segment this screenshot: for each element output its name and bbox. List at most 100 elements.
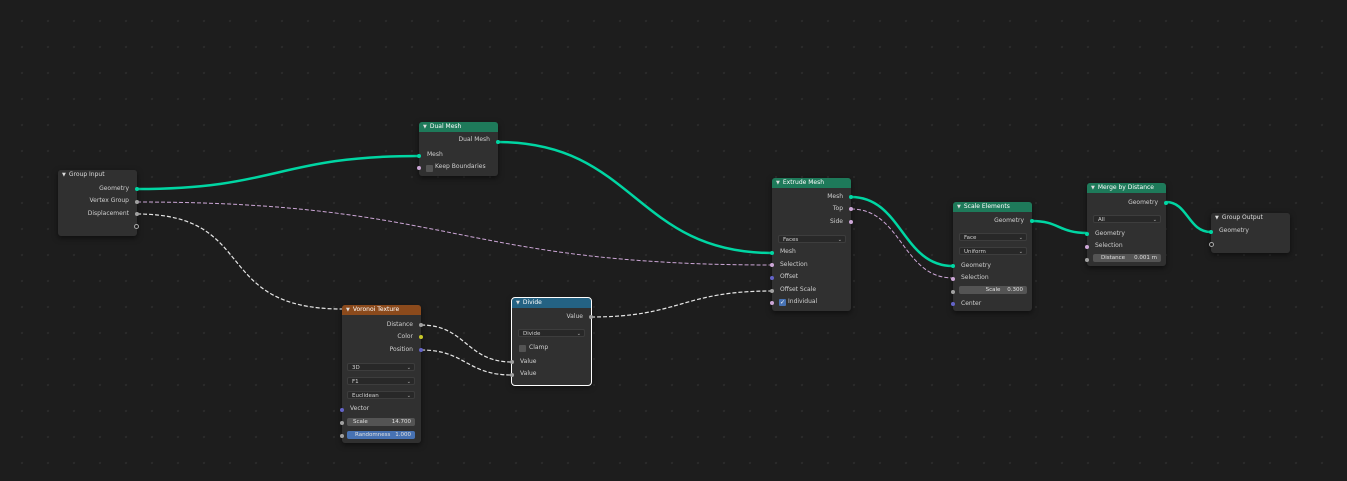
chevron-down-icon[interactable]: ▼ — [776, 178, 780, 188]
scale-elements-node[interactable]: ▼ Scale Elements Geometry Face ⌄ Uniform ⌄ … — [951, 202, 1034, 311]
chevron-down-icon[interactable]: ▼ — [423, 122, 427, 132]
geometry-input-socket[interactable] — [951, 264, 955, 268]
scale-mode-dropdown[interactable]: Uniform ⌄ — [959, 247, 1027, 255]
distance-input-socket[interactable] — [1085, 258, 1089, 262]
socket-label-geometry-in: Geometry — [1095, 230, 1125, 237]
operation-dropdown[interactable]: Divide ⌄ — [518, 329, 585, 337]
keep-boundaries-checkbox[interactable] — [426, 165, 433, 172]
vector-input-socket[interactable] — [340, 408, 344, 412]
extrude-mode-dropdown[interactable]: Faces ⌄ — [778, 235, 846, 243]
mesh-input-socket[interactable] — [770, 251, 774, 255]
socket-label-side: Side — [830, 218, 843, 225]
socket-label-dual-mesh: Dual Mesh — [458, 136, 490, 143]
divide-node[interactable]: ▼ Divide Value Divide ⌄ Clamp Value Value — [510, 297, 593, 386]
socket-label-selection: Selection — [780, 261, 808, 268]
scale-field[interactable]: Scale 14.700 — [347, 418, 415, 426]
randomness-field[interactable]: Randomness 1.000 — [347, 431, 415, 439]
geometry-output-socket[interactable] — [1164, 201, 1168, 205]
group-output-node[interactable]: ▼ Group Output Geometry — [1209, 213, 1290, 253]
node-title: Extrude Mesh — [782, 179, 825, 186]
socket-label-mesh-out: Mesh — [827, 193, 843, 200]
merge-mode-dropdown[interactable]: All ⌄ — [1093, 215, 1161, 223]
feature-dropdown[interactable]: F1 ⌄ — [347, 377, 415, 385]
offset-input-socket[interactable] — [770, 276, 774, 280]
socket-label-color: Color — [397, 333, 413, 340]
link-geometry-to-dualmesh — [136, 154, 420, 191]
socket-label-offset: Offset — [780, 273, 799, 280]
individual-input-socket[interactable] — [770, 301, 774, 305]
vertex-group-output-socket[interactable] — [135, 200, 139, 204]
selection-input-socket[interactable] — [951, 277, 955, 281]
geometry-input-socket[interactable] — [1085, 232, 1089, 236]
mesh-input-socket[interactable] — [417, 154, 421, 158]
center-input-socket[interactable] — [951, 302, 955, 306]
distance-output-socket[interactable] — [419, 323, 423, 327]
mesh-output-socket[interactable] — [849, 195, 853, 199]
scale-input-socket[interactable] — [340, 421, 344, 425]
node-title: Group Input — [68, 171, 105, 178]
selection-input-socket[interactable] — [1085, 245, 1089, 249]
socket-label-geometry: Geometry — [1219, 227, 1249, 234]
socket-label-mesh-in: Mesh — [780, 248, 796, 255]
chevron-down-icon[interactable]: ▼ — [1091, 183, 1095, 193]
geometry-output-socket[interactable] — [1030, 219, 1034, 223]
selection-input-socket[interactable] — [770, 263, 774, 267]
empty-output-socket[interactable] — [134, 224, 139, 229]
node-title: Divide — [522, 299, 542, 306]
scale-field[interactable]: Scale 0.300 — [959, 286, 1027, 294]
socket-label-distance: Distance — [386, 321, 413, 328]
merge-by-distance-node[interactable]: ▼ Merge by Distance Geometry All ⌄ Geometr… — [1085, 183, 1168, 266]
empty-input-socket[interactable] — [1209, 242, 1214, 247]
socket-label-value-in-1: Value — [520, 358, 537, 365]
chevron-down-icon[interactable]: ▼ — [346, 305, 350, 315]
chevron-down-icon: ⌄ — [576, 331, 581, 337]
node-title: Voronoi Texture — [352, 306, 400, 313]
value-input-socket-2[interactable] — [510, 373, 514, 377]
node-title: Merge by Distance — [1097, 184, 1154, 191]
voronoi-texture-node[interactable]: ▼ Voronoi Texture Distance Color Position… — [340, 305, 423, 443]
distance-metric-dropdown[interactable]: Euclidean ⌄ — [347, 391, 415, 399]
color-output-socket[interactable] — [419, 335, 423, 339]
chevron-down-icon: ⌄ — [406, 393, 411, 399]
node-title: Group Output — [1221, 214, 1263, 221]
side-output-socket[interactable] — [849, 220, 853, 224]
geometry-input-socket[interactable] — [1209, 230, 1213, 234]
chevron-down-icon[interactable]: ▼ — [1215, 213, 1219, 223]
position-output-socket[interactable] — [419, 348, 423, 352]
node-title: Dual Mesh — [429, 123, 462, 130]
value-input-socket-1[interactable] — [510, 360, 514, 364]
value-output-socket[interactable] — [589, 315, 593, 319]
dual-mesh-output-socket[interactable] — [496, 140, 500, 144]
socket-label-position: Position — [389, 346, 413, 353]
scale-input-socket[interactable] — [951, 290, 955, 294]
distance-field[interactable]: Distance 0.001 m — [1093, 254, 1161, 262]
socket-label-top: Top — [832, 205, 843, 212]
chevron-down-icon[interactable]: ▼ — [516, 298, 520, 308]
group-input-node[interactable]: ▼ Group Input Geometry Vertex Group Displ… — [58, 170, 139, 236]
displacement-output-socket[interactable] — [135, 212, 139, 216]
link-extrude-mesh-to-scale — [850, 195, 954, 268]
chevron-down-icon: ⌄ — [1018, 249, 1023, 255]
socket-label-value-out: Value — [566, 313, 583, 320]
dimensions-dropdown[interactable]: 3D ⌄ — [347, 363, 415, 371]
offset-scale-input-socket[interactable] — [770, 289, 774, 293]
socket-label-geometry-in: Geometry — [961, 262, 991, 269]
dual-mesh-node[interactable]: ▼ Dual Mesh Dual Mesh Mesh Keep Boundarie… — [417, 122, 500, 176]
domain-dropdown[interactable]: Face ⌄ — [959, 233, 1027, 241]
keep-boundaries-socket[interactable] — [417, 166, 421, 170]
randomness-input-socket[interactable] — [340, 434, 344, 438]
individual-checkbox[interactable]: ✓ — [779, 299, 786, 306]
keep-boundaries-label: Keep Boundaries — [435, 163, 486, 170]
clamp-label: Clamp — [529, 344, 549, 351]
chevron-down-icon[interactable]: ▼ — [957, 202, 961, 212]
socket-label-offset-scale: Offset Scale — [780, 286, 817, 293]
extrude-mesh-node[interactable]: ▼ Extrude Mesh Mesh Top Side Faces ⌄ Mesh … — [770, 178, 853, 311]
chevron-down-icon: ⌄ — [837, 237, 842, 243]
chevron-down-icon[interactable]: ▼ — [62, 170, 66, 180]
clamp-checkbox[interactable] — [519, 345, 526, 352]
top-output-socket[interactable] — [849, 207, 853, 211]
socket-label-selection: Selection — [961, 274, 989, 281]
socket-label-vertex-group: Vertex Group — [89, 197, 129, 204]
socket-label-geometry-out: Geometry — [1128, 199, 1158, 206]
geometry-output-socket[interactable] — [135, 187, 139, 191]
